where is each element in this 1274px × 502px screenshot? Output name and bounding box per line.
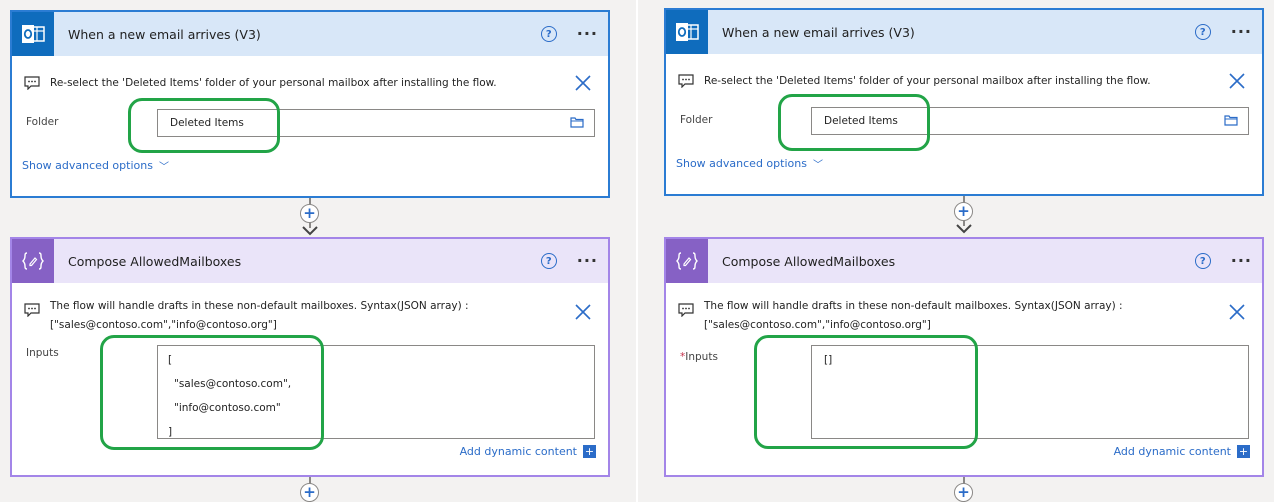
- flow-panel-left: When a new email arrives (V3) ? ··· Re-s…: [0, 0, 636, 502]
- compose-title: Compose AllowedMailboxes: [722, 253, 896, 269]
- close-icon[interactable]: [574, 303, 592, 321]
- advanced-link-label: Show advanced options: [22, 159, 153, 172]
- compose-card-header[interactable]: Compose AllowedMailboxes ? ···: [12, 239, 608, 283]
- comment-icon: [678, 74, 694, 88]
- compose-note: The flow will handle drafts in these non…: [12, 297, 608, 335]
- inputs-label-text: Inputs: [685, 351, 718, 363]
- inputs-label: *Inputs: [680, 351, 718, 363]
- compose-note-line1: The flow will handle drafts in these non…: [50, 300, 469, 312]
- arrow-down-icon: [302, 226, 318, 236]
- more-options-icon[interactable]: ···: [1231, 253, 1252, 269]
- trigger-card-header[interactable]: When a new email arrives (V3) ? ···: [666, 10, 1262, 54]
- more-options-icon[interactable]: ···: [1231, 24, 1252, 40]
- add-icon: +: [583, 445, 596, 458]
- folder-input[interactable]: Deleted Items: [157, 109, 595, 137]
- help-icon[interactable]: ?: [540, 26, 557, 42]
- chevron-down-icon: ﹀: [812, 160, 823, 171]
- folder-input[interactable]: Deleted Items: [811, 107, 1249, 135]
- add-icon: +: [1237, 445, 1250, 458]
- advanced-link-label: Show advanced options: [676, 157, 807, 170]
- add-step-button[interactable]: +: [300, 204, 319, 223]
- outlook-icon: [12, 12, 54, 56]
- input-value: []: [824, 354, 833, 366]
- folder-icon[interactable]: [1224, 114, 1238, 126]
- compose-card-header[interactable]: Compose AllowedMailboxes ? ···: [666, 239, 1262, 283]
- more-options-icon[interactable]: ···: [577, 26, 598, 42]
- add-step-button[interactable]: +: [954, 483, 973, 502]
- compose-note-text: The flow will handle drafts in these non…: [50, 297, 550, 335]
- dynamic-link-label: Add dynamic content: [1113, 445, 1231, 458]
- compose-title: Compose AllowedMailboxes: [68, 253, 242, 269]
- trigger-card: When a new email arrives (V3) ? ··· Re-s…: [664, 8, 1264, 196]
- folder-label: Folder: [26, 116, 59, 128]
- show-advanced-options-link[interactable]: Show advanced options ﹀: [676, 156, 823, 171]
- close-icon[interactable]: [574, 74, 592, 92]
- show-advanced-options-link[interactable]: Show advanced options ﹀: [22, 158, 169, 173]
- compose-note-text: The flow will handle drafts in these non…: [704, 297, 1204, 335]
- compose-note: The flow will handle drafts in these non…: [666, 297, 1262, 335]
- folder-value: Deleted Items: [170, 117, 244, 129]
- input-line: "sales@contoso.com",: [174, 378, 292, 390]
- help-icon[interactable]: ?: [1194, 253, 1211, 269]
- dynamic-link-label: Add dynamic content: [459, 445, 577, 458]
- add-step-button[interactable]: +: [300, 483, 319, 502]
- arrow-down-icon: [956, 224, 972, 234]
- help-icon[interactable]: ?: [1194, 24, 1211, 40]
- compose-card: Compose AllowedMailboxes ? ··· The flow …: [664, 237, 1264, 477]
- folder-label: Folder: [680, 114, 713, 126]
- folder-icon[interactable]: [570, 116, 584, 128]
- comment-icon: [24, 76, 40, 90]
- trigger-title: When a new email arrives (V3): [722, 24, 915, 40]
- compose-note-line1: The flow will handle drafts in these non…: [704, 300, 1123, 312]
- add-dynamic-content-link[interactable]: Add dynamic content +: [1114, 445, 1250, 458]
- input-line: ]: [168, 426, 173, 438]
- trigger-card: When a new email arrives (V3) ? ··· Re-s…: [10, 10, 610, 198]
- add-step-button[interactable]: +: [954, 202, 973, 221]
- add-dynamic-content-link[interactable]: Add dynamic content +: [460, 445, 596, 458]
- trigger-note: Re-select the 'Deleted Items' folder of …: [666, 72, 1262, 91]
- compose-note-line2: ["sales@contoso.com","info@contoso.org"]: [704, 319, 931, 331]
- input-line: "info@contoso.com": [174, 402, 281, 414]
- inputs-field[interactable]: []: [811, 345, 1249, 439]
- folder-value: Deleted Items: [824, 115, 898, 127]
- comment-icon: [678, 303, 694, 317]
- inputs-field[interactable]: [ "sales@contoso.com", "info@contoso.com…: [157, 345, 595, 439]
- compose-icon: [666, 239, 708, 283]
- trigger-note: Re-select the 'Deleted Items' folder of …: [12, 74, 608, 93]
- close-icon[interactable]: [1228, 72, 1246, 90]
- trigger-note-text: Re-select the 'Deleted Items' folder of …: [50, 77, 497, 89]
- input-line: [: [168, 354, 173, 366]
- chevron-down-icon: ﹀: [158, 162, 169, 173]
- compose-icon: [12, 239, 54, 283]
- trigger-card-header[interactable]: When a new email arrives (V3) ? ···: [12, 12, 608, 56]
- more-options-icon[interactable]: ···: [577, 253, 598, 269]
- compose-note-line2: ["sales@contoso.com","info@contoso.org"]: [50, 319, 277, 331]
- outlook-icon: [666, 10, 708, 54]
- comment-icon: [24, 303, 40, 317]
- close-icon[interactable]: [1228, 303, 1246, 321]
- help-icon[interactable]: ?: [540, 253, 557, 269]
- trigger-note-text: Re-select the 'Deleted Items' folder of …: [704, 75, 1151, 87]
- inputs-label: Inputs: [26, 347, 59, 359]
- trigger-title: When a new email arrives (V3): [68, 26, 261, 42]
- compose-card: Compose AllowedMailboxes ? ··· The flow …: [10, 237, 610, 477]
- flow-panel-right: When a new email arrives (V3) ? ··· Re-s…: [638, 0, 1274, 502]
